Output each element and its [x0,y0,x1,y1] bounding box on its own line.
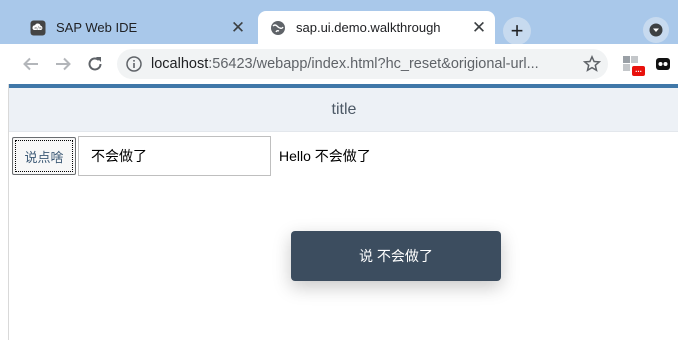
say-button[interactable]: 说点啥 [12,137,76,175]
url-host: localhost [151,56,208,72]
browser-toolbar: localhost:56423/webapp/index.html?hc_res… [0,44,678,84]
reload-icon [86,55,104,73]
url-path: :56423/webapp/index.html?hc_reset&origio… [208,56,538,72]
bookmark-star-icon[interactable] [583,55,601,73]
extension-badge: ... [632,66,645,76]
svg-text:</>: </> [34,25,42,30]
tab-sap-web-ide[interactable]: </> SAP Web IDE ✕ [22,11,254,44]
hello-text: Hello 不会做了 [279,136,371,176]
sap-webide-icon: </> [30,20,46,36]
extension-icon[interactable]: ... [623,56,645,78]
profile-icon[interactable] [643,17,669,43]
page-left-gutter [0,84,8,340]
close-icon[interactable]: ✕ [228,18,248,38]
message-toast: 说 不会做了 [291,231,501,281]
app-header: title [9,84,678,132]
info-icon[interactable] [126,56,142,72]
back-button[interactable] [20,53,42,75]
reload-button[interactable] [84,53,106,75]
extension-icon-2[interactable] [655,56,673,74]
browser-tabstrip: </> SAP Web IDE ✕ sap.ui.demo.walkthroug… [0,0,678,44]
close-icon[interactable]: ✕ [469,18,489,38]
url-text: localhost:56423/webapp/index.html?hc_res… [151,49,571,79]
name-input[interactable]: 不会做了 [78,136,271,176]
tab-walkthrough[interactable]: sap.ui.demo.walkthrough ✕ [258,11,495,44]
new-tab-button[interactable]: + [503,17,531,45]
forward-button[interactable] [52,53,74,75]
app-page: title 说点啥 不会做了 Hello 不会做了 说 不会做了 [8,84,678,340]
tab-title: SAP Web IDE [56,20,228,35]
tab-title: sap.ui.demo.walkthrough [296,20,469,35]
globe-icon [270,20,286,36]
address-bar[interactable]: localhost:56423/webapp/index.html?hc_res… [117,49,608,79]
arrow-right-icon [54,55,72,73]
arrow-left-icon [22,55,40,73]
page-title: title [9,88,678,132]
